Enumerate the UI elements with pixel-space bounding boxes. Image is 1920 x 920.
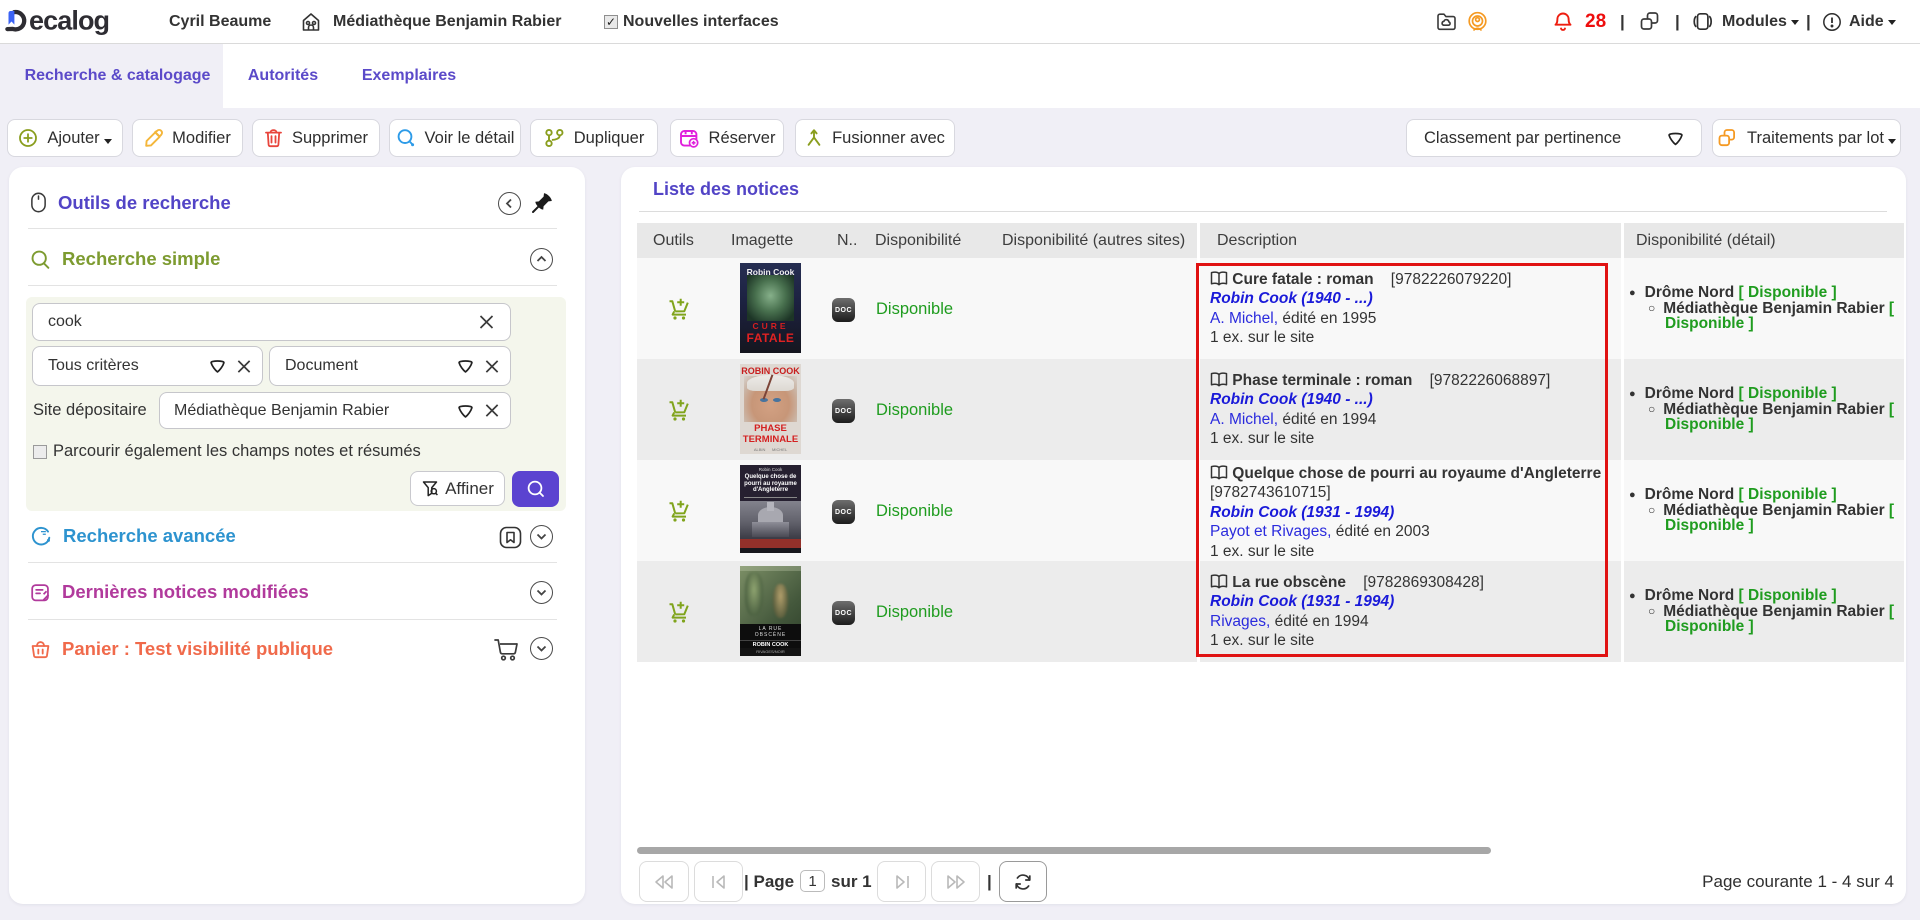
svg-text:ecalog: ecalog bbox=[29, 5, 109, 35]
